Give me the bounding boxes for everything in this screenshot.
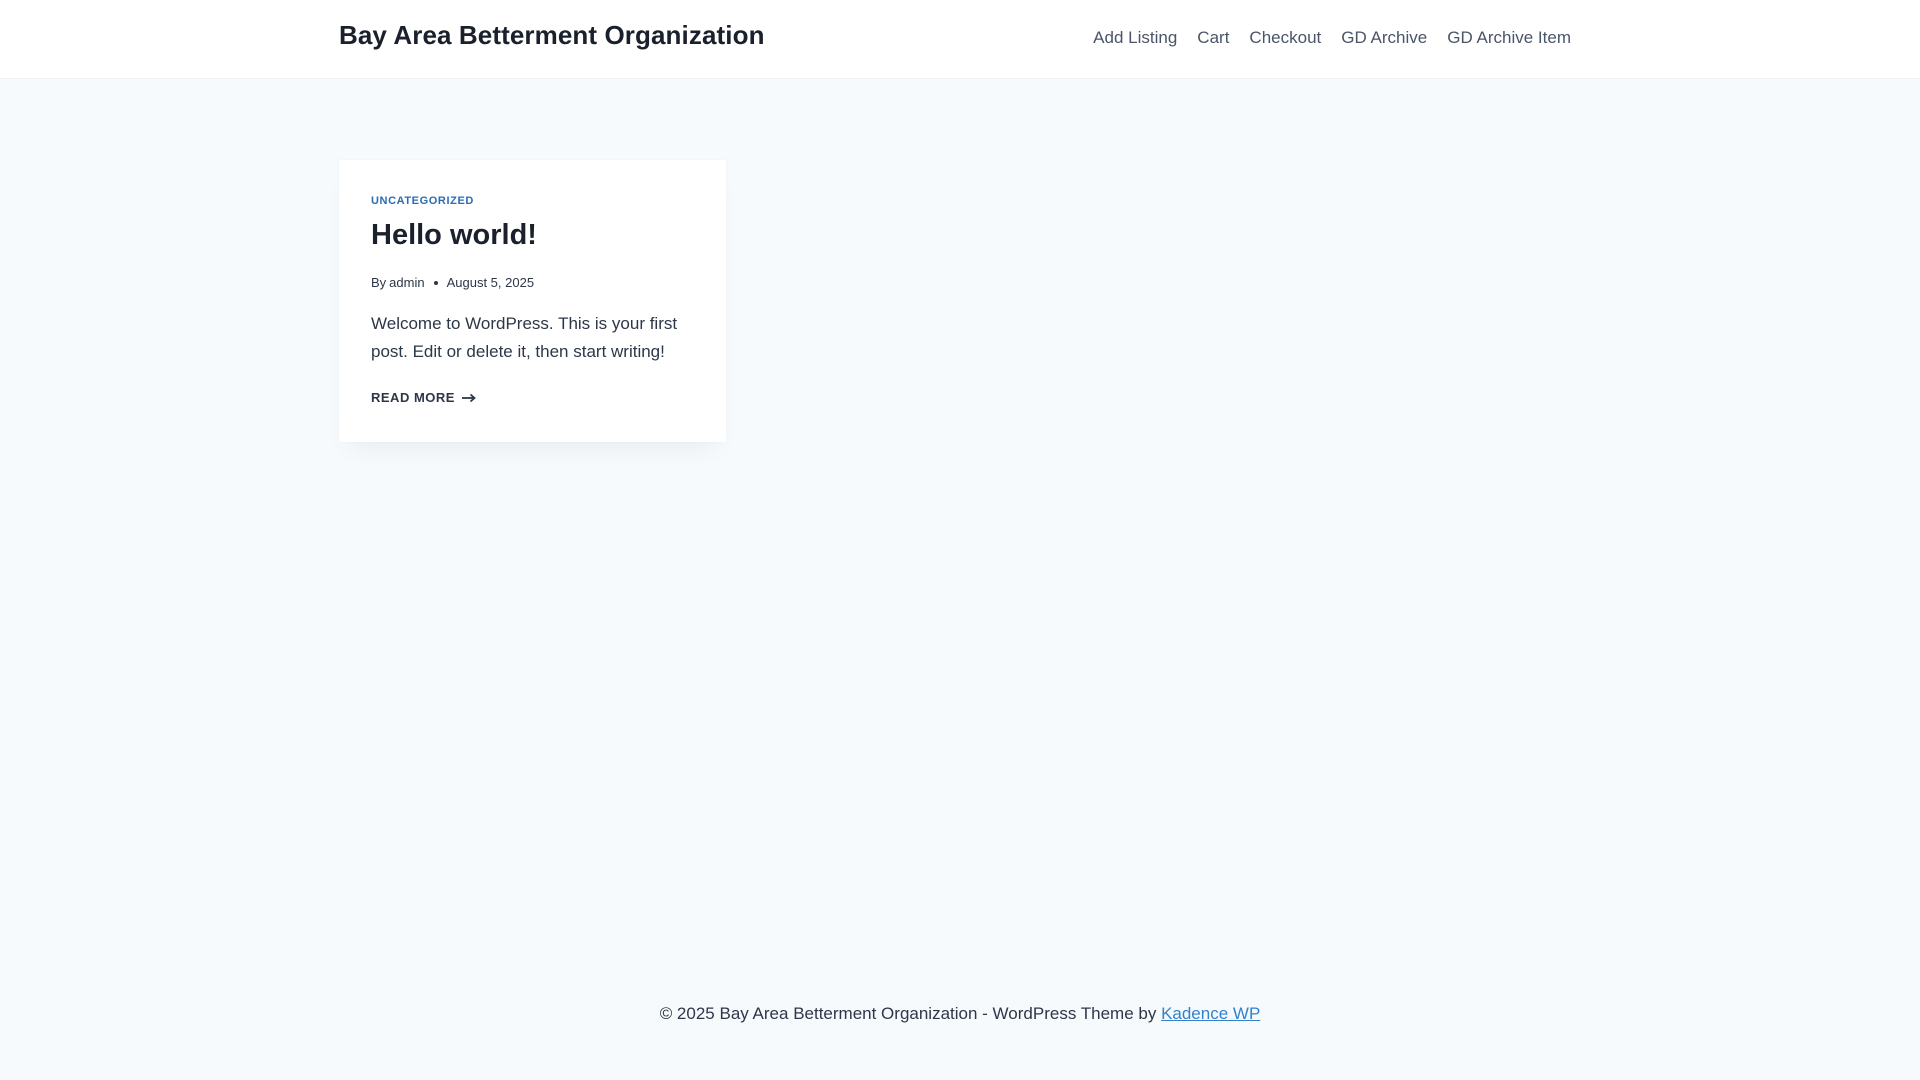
read-more-label: READ MORE [371, 390, 455, 405]
post-category-link[interactable]: UNCATEGORIZED [371, 195, 474, 207]
nav-item-add-listing[interactable]: Add Listing [1093, 28, 1177, 48]
read-more-link[interactable]: READ MORE [371, 390, 476, 405]
post-author-link[interactable]: admin [389, 275, 424, 290]
nav-item-gd-archive[interactable]: GD Archive [1341, 28, 1427, 48]
arrow-right-icon [461, 393, 476, 402]
post-date[interactable]: August 5, 2025 [447, 275, 534, 290]
site-title[interactable]: Bay Area Betterment Organization [339, 20, 765, 51]
nav-item-gd-archive-item[interactable]: GD Archive Item [1447, 28, 1571, 48]
meta-separator-dot [433, 280, 438, 285]
post-excerpt: Welcome to WordPress. This is your first… [371, 314, 678, 361]
footer-kadence-link[interactable]: Kadence WP [1161, 1004, 1260, 1023]
post-meta-by-label: By [371, 275, 387, 290]
site-footer: © 2025 Bay Area Betterment Organization … [0, 1004, 1920, 1024]
site-header: Bay Area Betterment Organization Add Lis… [0, 0, 1920, 79]
nav-item-checkout[interactable]: Checkout [1249, 28, 1321, 48]
post-title[interactable]: Hello world! [371, 219, 537, 252]
main-nav: Add Listing Cart Checkout GD Archive GD … [1093, 28, 1571, 48]
post-meta: By admin August 5, 2025 [371, 275, 534, 290]
post-card: UNCATEGORIZED Hello world! By admin Augu… [339, 160, 726, 442]
footer-copyright: © 2025 Bay Area Betterment Organization … [659, 1004, 1157, 1023]
nav-item-cart[interactable]: Cart [1197, 28, 1229, 48]
